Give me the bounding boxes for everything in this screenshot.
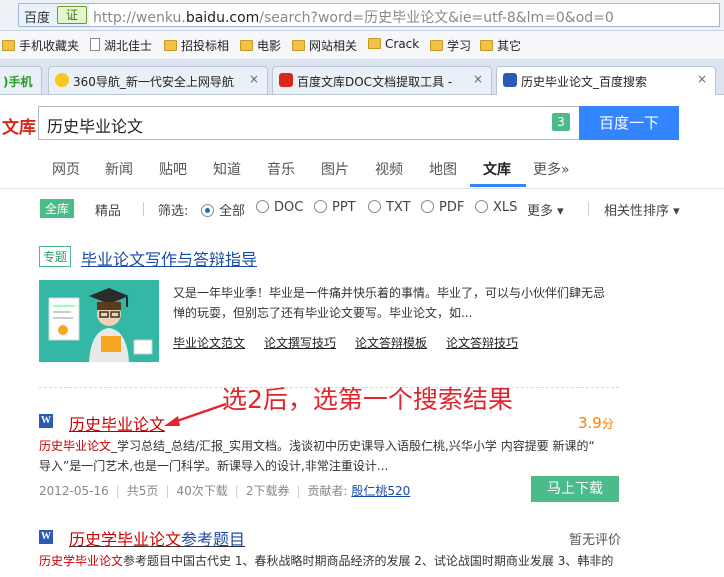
radio-icon — [314, 200, 327, 213]
bookmarks-bar: 手机收藏夹 湖北佳士 招投标相 电影 网站相关 Crack 学习 其它 — [0, 31, 724, 60]
bookmark-item[interactable]: 电影 — [240, 37, 281, 54]
result-downloads: 40次下载 — [176, 484, 228, 498]
bookmark-item[interactable]: 湖北佳士 — [90, 37, 152, 54]
filter-option-pdf[interactable]: PDF — [421, 200, 464, 215]
nav-item[interactable]: 视频 — [375, 159, 403, 179]
doc-tool-icon — [279, 73, 293, 87]
nav-item-more[interactable]: 更多» — [533, 159, 570, 179]
result-description: 历史毕业论文_学习总结_总结/汇报_实用文档。浅谈初中历史课导入语殷仁桃,兴华小… — [39, 439, 595, 473]
tab-item-active[interactable]: 历史毕业论文_百度搜索 × — [496, 66, 716, 95]
radio-icon — [368, 200, 381, 213]
nav-item[interactable]: 音乐 — [267, 159, 295, 179]
download-button[interactable]: 马上下载 — [531, 476, 619, 502]
site-identity[interactable]: 百度 证 — [18, 3, 90, 27]
result-description: 历史学毕业论文参考题目中国古代史 1、春秋战略时期商品经济的发展 2、试论战国时… — [39, 554, 614, 568]
tab-item[interactable]: 百度文库DOC文档提取工具 - × — [272, 66, 492, 94]
annotation-text: 选2后，选第一个搜索结果 — [222, 385, 513, 414]
filter-option-xls[interactable]: XLS — [475, 200, 517, 215]
nav-active-underline — [470, 184, 526, 187]
filter-option-all[interactable]: 全部 — [201, 200, 245, 219]
caret-down-icon: ▾ — [557, 204, 564, 219]
topic-tag: 专题 — [39, 246, 72, 267]
nav-item[interactable]: 图片 — [321, 159, 349, 179]
count-badge: 3 — [552, 113, 570, 131]
topic-description: 又是一年毕业季！毕业是一件痛并快乐着的事情。毕业了，可以与小伙伴们肆无忌惮的玩耍… — [173, 286, 606, 320]
divider — [588, 202, 589, 216]
tab-item[interactable]: )手机 — [0, 66, 42, 94]
result-title-link[interactable]: 历史学毕业论文参考题目 — [69, 526, 245, 550]
filter-option-txt[interactable]: TXT — [368, 200, 411, 215]
radio-icon — [256, 200, 269, 213]
result-pages: 共5页 — [126, 484, 159, 498]
contributor-link[interactable]: 殷仁桃520 — [351, 484, 410, 498]
site-identity-label: 百度 — [24, 11, 51, 26]
divider — [143, 202, 144, 216]
filter-option-doc[interactable]: DOC — [256, 200, 303, 215]
close-icon[interactable]: × — [697, 72, 707, 86]
folder-icon — [480, 40, 493, 51]
filter-bar: 全库 精品 筛选: 全部 DOC PPT TXT PDF XLS 更多 ▾ 相关… — [0, 197, 724, 221]
sort-dropdown[interactable]: 相关性排序 ▾ — [604, 200, 680, 219]
caret-down-icon: ▾ — [673, 204, 680, 219]
result-score: 暂无评价 — [569, 533, 622, 548]
bookmark-item[interactable]: 网站相关 — [292, 37, 357, 54]
close-icon[interactable]: × — [249, 72, 259, 86]
url-input[interactable]: http://wenku.baidu.com/search?word=历史毕业论… — [89, 3, 720, 27]
search-input[interactable]: 历史毕业论文 3 — [38, 106, 581, 140]
graduate-illustration — [48, 288, 153, 362]
folder-icon — [292, 40, 305, 51]
baidu-paw-icon — [503, 73, 517, 87]
folder-icon — [2, 40, 15, 51]
topic-link[interactable]: 论文答辩模板 — [355, 334, 427, 351]
search-nav: 网页 新闻 贴吧 知道 音乐 图片 视频 地图 文库 更多» — [0, 150, 724, 189]
360-logo-icon — [55, 73, 69, 87]
tab-strip: )手机 360导航_新一代安全上网导航 × 百度文库DOC文档提取工具 - × … — [0, 60, 724, 95]
bookmark-item[interactable]: 其它 — [480, 37, 521, 54]
nav-item[interactable]: 新闻 — [105, 159, 133, 179]
filter-option-ppt[interactable]: PPT — [314, 200, 356, 215]
filter-more-dropdown[interactable]: 更多 ▾ — [527, 200, 564, 219]
topic-title-link[interactable]: 毕业论文写作与答辩指导 — [81, 246, 257, 270]
nav-item[interactable]: 地图 — [429, 159, 457, 179]
scope-all-tab[interactable]: 全库 — [40, 199, 75, 218]
scope-fine-tab[interactable]: 精品 — [95, 200, 121, 219]
result-score: 3.9分 — [578, 414, 614, 432]
result-meta: 2012-05-16 | 共5页 | 40次下载 | 2下载券 | 贡献者: 殷仁桃520 — [39, 484, 411, 498]
nav-item-wenku[interactable]: 文库 — [483, 159, 511, 179]
nav-item[interactable]: 贴吧 — [159, 159, 187, 179]
radio-icon — [421, 200, 434, 213]
annotation-arrow — [164, 402, 227, 426]
address-bar: 百度 证 http://wenku.baidu.com/search?word=… — [0, 0, 724, 31]
radio-icon — [475, 200, 488, 213]
url-text: http://wenku.baidu.com/search?word=历史毕业论… — [93, 10, 614, 26]
wenku-logo[interactable]: 文库 — [2, 113, 36, 138]
word-doc-icon: W — [39, 530, 53, 544]
folder-icon — [164, 40, 177, 51]
tab-item[interactable]: 360导航_新一代安全上网导航 × — [48, 66, 268, 94]
search-query: 历史毕业论文 — [47, 117, 144, 136]
nav-item[interactable]: 网页 — [52, 159, 80, 179]
folder-icon — [368, 38, 381, 49]
bookmark-item[interactable]: 招投标相 — [164, 37, 229, 54]
search-button[interactable]: 百度一下 — [579, 106, 679, 140]
result-coupons: 2下载券 — [245, 484, 290, 498]
bookmark-item[interactable]: 学习 — [430, 37, 471, 54]
folder-icon — [430, 40, 443, 51]
word-doc-icon: W — [39, 414, 53, 428]
close-icon[interactable]: × — [473, 72, 483, 86]
bookmark-item[interactable]: 手机收藏夹 — [2, 37, 79, 54]
result-title-link[interactable]: 历史毕业论文 — [69, 411, 165, 435]
graduate-illustration-image[interactable] — [39, 280, 159, 362]
folder-icon — [240, 40, 253, 51]
topic-link[interactable]: 论文答辩技巧 — [446, 334, 518, 351]
result-date: 2012-05-16 — [39, 484, 109, 498]
topic-link[interactable]: 毕业论文范文 — [173, 334, 245, 351]
bookmark-item[interactable]: Crack — [368, 37, 419, 51]
nav-item[interactable]: 知道 — [213, 159, 241, 179]
topic-link[interactable]: 论文撰写技巧 — [264, 334, 336, 351]
certificate-badge[interactable]: 证 — [57, 6, 87, 24]
page-icon — [90, 38, 100, 51]
radio-checked-icon — [201, 204, 214, 217]
filter-label: 筛选: — [158, 204, 189, 219]
